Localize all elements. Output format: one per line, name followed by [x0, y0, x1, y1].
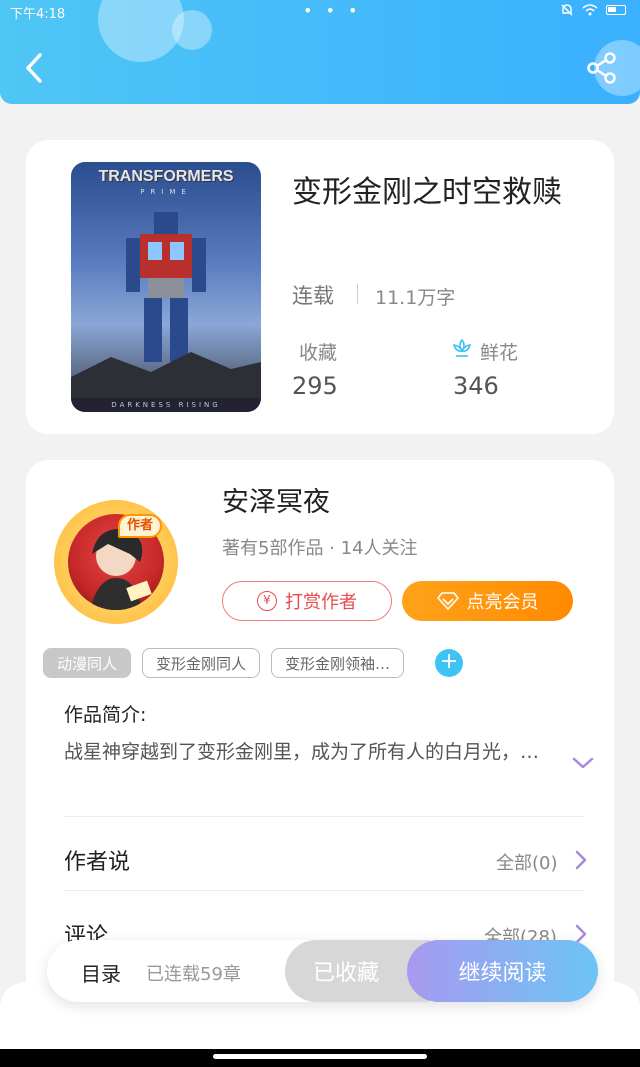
mute-icon [561, 4, 573, 16]
bottom-action-bar: 目录 已连载59章 已收藏 继续阅读 [47, 940, 598, 1002]
toc-button[interactable]: 目录 [81, 958, 121, 987]
intro-text: 战星神穿越到了变形金刚里，成为了所有人的白月光，… [64, 741, 540, 763]
vip-label: 点亮会员 [466, 592, 539, 613]
book-info-card: TRANSFORMERS PRIME DARKNESS RISING 变形金刚之… [26, 140, 614, 434]
tip-author-button[interactable]: ¥ 打赏作者 [222, 581, 392, 621]
status-dots: • • • [303, 1, 362, 20]
cover-subtitle: PRIME [140, 188, 192, 196]
flowers-count: 346 [453, 372, 499, 400]
author-name[interactable]: 安泽冥夜 [222, 480, 330, 519]
header-banner: 下午4:18 • • • [0, 0, 640, 104]
chevron-left-icon [26, 53, 42, 83]
share-icon [587, 52, 616, 84]
author-badge: 作者 [118, 514, 162, 538]
add-tag-button[interactable]: + [435, 649, 464, 677]
author-avatar[interactable]: 作者 [54, 500, 184, 624]
favorites-count: 295 [292, 372, 338, 400]
divider [64, 890, 584, 891]
tip-author-label: 打赏作者 [285, 592, 357, 613]
expand-chevron-down-icon[interactable] [571, 755, 595, 771]
divider [357, 284, 358, 304]
cover-title: TRANSFORMERS [98, 168, 234, 185]
battery-icon [606, 5, 626, 15]
vip-button[interactable]: 点亮会员 [402, 581, 573, 621]
favorites-label: 收藏 [299, 342, 338, 364]
flower-icon [452, 338, 472, 357]
continue-reading-button[interactable]: 继续阅读 [407, 940, 598, 1002]
chevron-right-icon[interactable] [574, 849, 588, 871]
home-indicator[interactable] [213, 1054, 427, 1059]
author-meta: 著有5部作品 · 14人关注 [222, 538, 418, 559]
cover-rocks [71, 352, 261, 398]
flowers-label: 鲜花 [480, 342, 519, 364]
status-time: 下午4:18 [10, 7, 66, 22]
diamond-icon [436, 592, 459, 610]
yen-icon: ¥ [257, 591, 277, 611]
cover-bottom-text: DARKNESS RISING [71, 398, 261, 412]
intro-label: 作品简介: [64, 704, 147, 726]
author-says-value[interactable]: 全部(0) [496, 849, 558, 875]
wifi-icon [582, 4, 598, 16]
book-cover[interactable]: TRANSFORMERS PRIME DARKNESS RISING [71, 162, 261, 412]
back-button[interactable] [20, 50, 50, 86]
tag-item[interactable]: 变形金刚同人 [142, 648, 261, 678]
author-says-label[interactable]: 作者说 [64, 844, 130, 876]
tag-item[interactable]: 动漫同人 [43, 648, 132, 678]
continue-reading-label: 继续阅读 [458, 961, 547, 986]
share-button[interactable] [586, 52, 618, 84]
status-bar: 下午4:18 • • • [0, 0, 640, 22]
tag-item[interactable]: 变形金刚领袖… [271, 648, 405, 678]
favorited-label: 已收藏 [313, 961, 380, 986]
robot-illustration [126, 212, 206, 362]
book-word-count: 11.1万字 [375, 287, 456, 309]
tag-list: 动漫同人 变形金刚同人 变形金刚领袖… + [43, 648, 464, 678]
book-title: 变形金刚之时空救赎 [292, 175, 562, 210]
book-status: 连载 [292, 284, 334, 308]
divider [64, 816, 584, 817]
status-icons [560, 3, 626, 17]
chapter-count: 已连载59章 [146, 964, 241, 985]
